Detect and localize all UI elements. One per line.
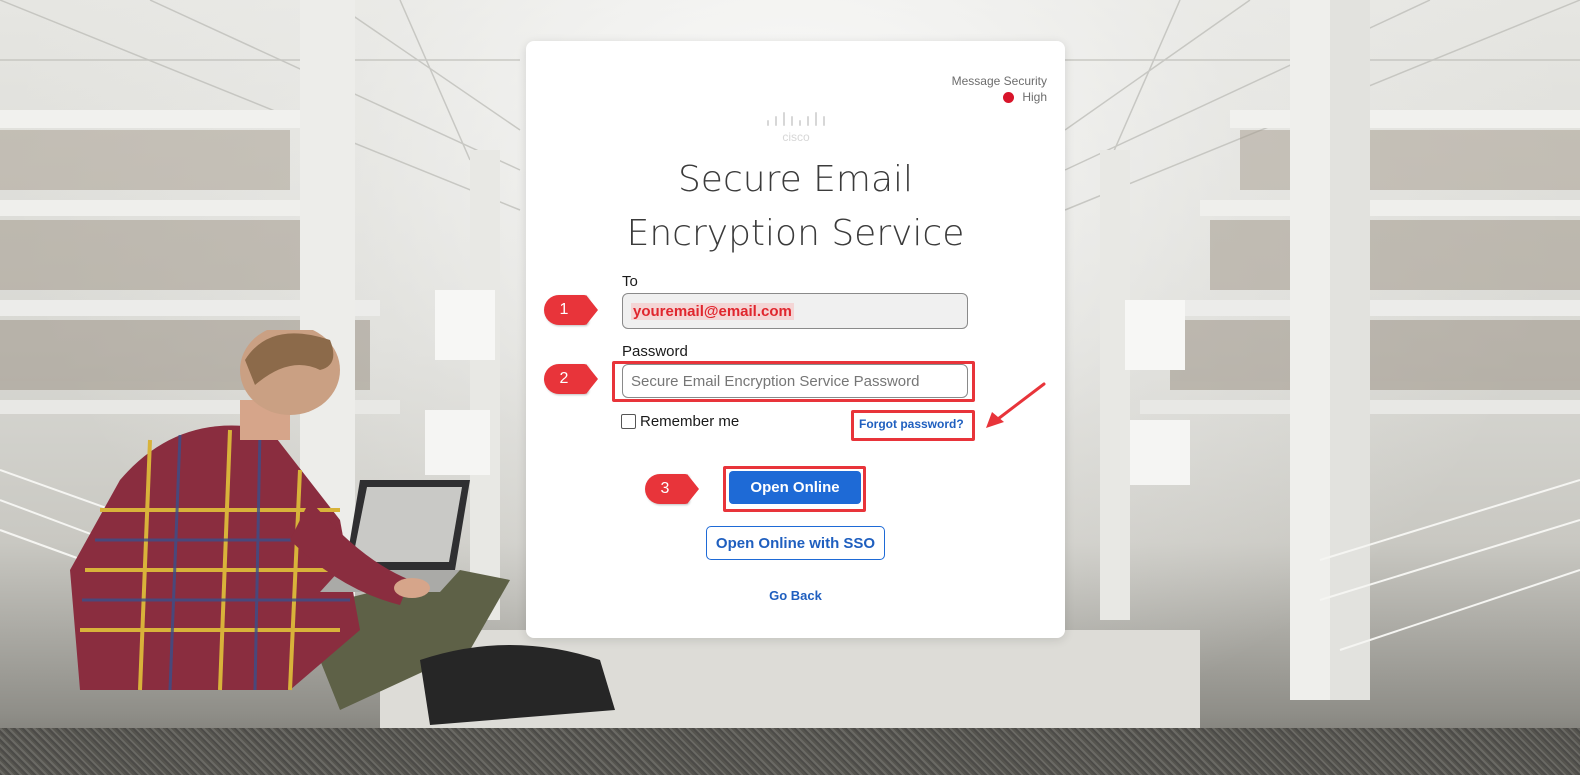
step-1-marker: 1 [544,295,598,325]
red-arrow-icon [986,382,1046,428]
remember-me-checkbox[interactable] [621,414,636,429]
forgot-password-highlight-box [851,410,975,441]
remember-me-label: Remember me [640,413,740,430]
step-2-marker: 2 [544,364,598,394]
password-label: Password [622,343,688,360]
security-level-dot-icon [1003,91,1015,103]
carpet-ledge [0,728,1580,775]
title-line-1: Secure Email [677,159,914,200]
message-security-label: Message Security [951,74,1047,88]
open-online-highlight-box [723,466,866,512]
step-2-pointer-icon [586,364,598,394]
step-2-number: 2 [544,364,588,394]
security-level-row: High [952,89,1047,105]
to-field: youremail@email.com [622,293,968,329]
password-highlight-box [612,361,975,402]
step-1-number: 1 [544,295,588,325]
go-back-label[interactable]: Go Back [769,588,822,603]
open-online-sso-button[interactable]: Open Online with SSO [706,526,885,560]
title-line-2: Encryption Service [626,213,965,254]
svg-text:cisco: cisco [782,130,810,144]
go-back-link: Go Back [526,588,1065,603]
message-security-indicator: Message Security High [952,73,1047,105]
login-card: Message Security High cisco Secure Email… [526,41,1065,638]
to-label: To [622,273,638,290]
remember-me[interactable]: Remember me [621,413,739,430]
cisco-logo: cisco [767,112,825,144]
to-email-value: youremail@email.com [631,302,794,320]
security-level-value: High [1022,90,1047,104]
step-3-marker: 3 [645,474,699,504]
step-1-pointer-icon [586,295,598,325]
step-3-number: 3 [645,474,689,504]
page-title: Secure Email Encryption Service [526,153,1065,261]
step-3-pointer-icon [687,474,699,504]
